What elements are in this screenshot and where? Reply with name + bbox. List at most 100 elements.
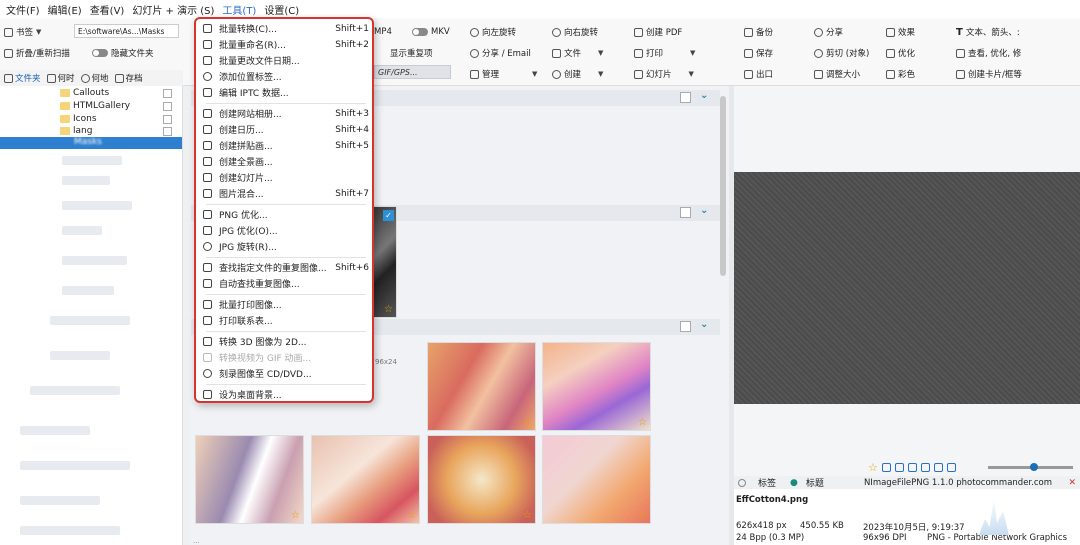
- menu-item-batch-rename[interactable]: 批量重命名(R)... Shift+2: [199, 37, 371, 52]
- grid-icon[interactable]: [946, 462, 956, 472]
- export-button[interactable]: 出口: [744, 68, 773, 80]
- thumbnail[interactable]: ☆: [542, 435, 651, 524]
- menu-item-convert-3d-to-2d[interactable]: 转换 3D 图像为 2D...: [199, 334, 371, 349]
- menu-item-auto-find-duplicates[interactable]: 自动查找重复图像...: [199, 276, 371, 291]
- create-pdf-button[interactable]: 创建 PDF: [634, 26, 682, 38]
- optimize-button[interactable]: 优化: [886, 47, 915, 59]
- fold-rescan-button[interactable]: 折叠/重新扫描: [4, 47, 70, 59]
- tree-item-callouts[interactable]: Callouts: [60, 88, 109, 98]
- group-checkbox[interactable]: [680, 92, 691, 103]
- zoom-fit-icon[interactable]: [881, 462, 891, 472]
- thumbnail[interactable]: ☆: [427, 342, 536, 431]
- tree-checkbox[interactable]: [163, 127, 172, 136]
- thumbnail[interactable]: ☆: [427, 435, 536, 524]
- tree-item-htmlgallery[interactable]: HTMLGallery: [60, 101, 130, 111]
- mkv-toggle[interactable]: MKV: [412, 27, 450, 37]
- create-card-button[interactable]: 创建卡片/框等: [956, 68, 1022, 80]
- menu-item-batch-convert[interactable]: 批量转换(C)... Shift+1: [199, 21, 371, 36]
- bookmark-button[interactable]: 书签 ▼: [4, 26, 41, 38]
- menu-settings[interactable]: 设置(C): [260, 2, 303, 17]
- crop-icon[interactable]: [920, 462, 930, 472]
- tab-when[interactable]: 何时: [46, 72, 75, 84]
- flip-icon[interactable]: [907, 462, 917, 472]
- chevron-down-icon[interactable]: ⌄: [700, 319, 708, 330]
- info-icon[interactable]: [933, 462, 943, 472]
- menu-slideshow[interactable]: 幻灯片 + 演示 (S): [128, 2, 218, 17]
- group-checkbox[interactable]: [680, 207, 691, 218]
- tree-item-masks[interactable]: Masks: [0, 137, 182, 149]
- menu-item-video-to-gif[interactable]: 转换视频为 GIF 动画...: [199, 350, 371, 365]
- menu-item-jpg-rotate[interactable]: JPG 旋转(R)...: [199, 239, 371, 254]
- menu-item-batch-file-date[interactable]: 批量更改文件日期...: [199, 53, 371, 68]
- tab-labels[interactable]: 标签: [758, 476, 776, 489]
- star-icon[interactable]: ☆: [407, 510, 416, 521]
- thumbnail[interactable]: ☆: [542, 342, 651, 431]
- view-optimize-button[interactable]: 查看, 优化, 修: [956, 47, 1021, 59]
- text-arrow-button[interactable]: T 文本、箭头、:: [956, 26, 1020, 39]
- star-icon[interactable]: ☆: [291, 510, 300, 521]
- resize-button[interactable]: 调整大小: [814, 68, 860, 80]
- file-button[interactable]: 文件 ▼: [552, 47, 603, 59]
- tab-folders[interactable]: 文件夹: [4, 72, 41, 84]
- share-email-button[interactable]: 分享 / Email: [470, 47, 531, 59]
- grid-scrollbar[interactable]: [720, 96, 726, 276]
- menu-item-print-contact-sheet[interactable]: 打印联系表...: [199, 313, 371, 328]
- share-button[interactable]: 分享: [814, 26, 843, 38]
- tab-title[interactable]: 标题: [806, 476, 824, 489]
- tab-where[interactable]: 何地: [80, 72, 109, 84]
- radio-selected-icon[interactable]: ●: [790, 478, 798, 488]
- crop-button[interactable]: 剪切 (对象): [814, 47, 869, 59]
- star-icon[interactable]: ☆: [523, 417, 532, 428]
- star-icon[interactable]: ☆: [638, 417, 647, 428]
- tree-checkbox[interactable]: [163, 102, 172, 111]
- menu-item-png-optimize[interactable]: PNG 优化...: [199, 207, 371, 222]
- gif-gps-field[interactable]: GIF/GPS...: [374, 65, 451, 79]
- rotate-right-button[interactable]: 向右旋转: [552, 26, 598, 38]
- menu-item-create-panorama[interactable]: 创建全景画...: [199, 154, 371, 169]
- zoom-slider-knob[interactable]: [1030, 463, 1038, 471]
- close-icon[interactable]: ✕: [1068, 478, 1076, 488]
- manage-button[interactable]: 管理 ▼: [470, 68, 537, 80]
- tab-archive[interactable]: 存档: [114, 72, 143, 84]
- menu-item-set-wallpaper[interactable]: 设为桌面背景...: [199, 387, 371, 402]
- mp4-toggle[interactable]: MP4: [374, 27, 392, 37]
- address-bar[interactable]: E:\software\As...\Masks: [74, 24, 179, 38]
- print-button[interactable]: 打印 ▼: [634, 47, 695, 59]
- menu-item-create-collage[interactable]: 创建拼贴画... Shift+5: [199, 138, 371, 153]
- menu-item-add-location[interactable]: 添加位置标签...: [199, 69, 371, 84]
- menu-item-burn-cd-dvd[interactable]: 刻录图像至 CD/DVD...: [199, 366, 371, 381]
- effects-button[interactable]: 效果: [886, 26, 915, 38]
- menu-item-image-blend[interactable]: 图片混合... Shift+7: [199, 186, 371, 201]
- tree-checkbox[interactable]: [163, 89, 172, 98]
- save-button[interactable]: 保存: [744, 47, 773, 59]
- menu-edit[interactable]: 编辑(E): [44, 2, 86, 17]
- tree-checkbox[interactable]: [163, 115, 172, 124]
- menu-view[interactable]: 查看(V): [86, 2, 129, 17]
- thumbnail[interactable]: ☆: [311, 435, 420, 524]
- radio-icon[interactable]: [738, 478, 746, 487]
- tree-item-lang[interactable]: lang: [60, 126, 92, 136]
- chevron-down-icon[interactable]: ⌄: [700, 90, 708, 101]
- star-icon[interactable]: ☆: [638, 510, 647, 521]
- menu-item-create-web-album[interactable]: 创建网站相册... Shift+3: [199, 106, 371, 121]
- menu-item-find-duplicates-of-file[interactable]: 查找指定文件的重复图像... Shift+6: [199, 260, 371, 275]
- menu-item-jpg-optimize[interactable]: JPG 优化(O)...: [199, 223, 371, 238]
- menu-item-batch-print[interactable]: 批量打印图像...: [199, 297, 371, 312]
- slideshow-button[interactable]: 幻灯片 ▼: [634, 68, 694, 80]
- tree-item-icons[interactable]: Icons: [60, 114, 97, 124]
- thumbnail[interactable]: ☆: [195, 435, 304, 524]
- menu-item-edit-iptc[interactable]: 编辑 IPTC 数据...: [199, 85, 371, 100]
- star-icon[interactable]: ☆: [868, 461, 878, 474]
- menu-item-create-slideshow[interactable]: 创建幻灯片...: [199, 170, 371, 185]
- show-duplicates-toggle[interactable]: 显示重复项: [374, 47, 433, 59]
- backup-button[interactable]: 备份: [744, 26, 773, 38]
- rotate-left-button[interactable]: 向左旋转: [470, 26, 516, 38]
- rotate-icon[interactable]: [894, 462, 904, 472]
- menu-tools[interactable]: 工具(T): [218, 2, 260, 17]
- group-checkbox[interactable]: [680, 321, 691, 332]
- star-icon[interactable]: ☆: [384, 304, 393, 315]
- panel-splitter[interactable]: [183, 86, 191, 545]
- create-button[interactable]: 创建 ▼: [552, 68, 603, 80]
- menu-item-create-calendar[interactable]: 创建日历... Shift+4: [199, 122, 371, 137]
- chevron-down-icon[interactable]: ⌄: [700, 205, 708, 216]
